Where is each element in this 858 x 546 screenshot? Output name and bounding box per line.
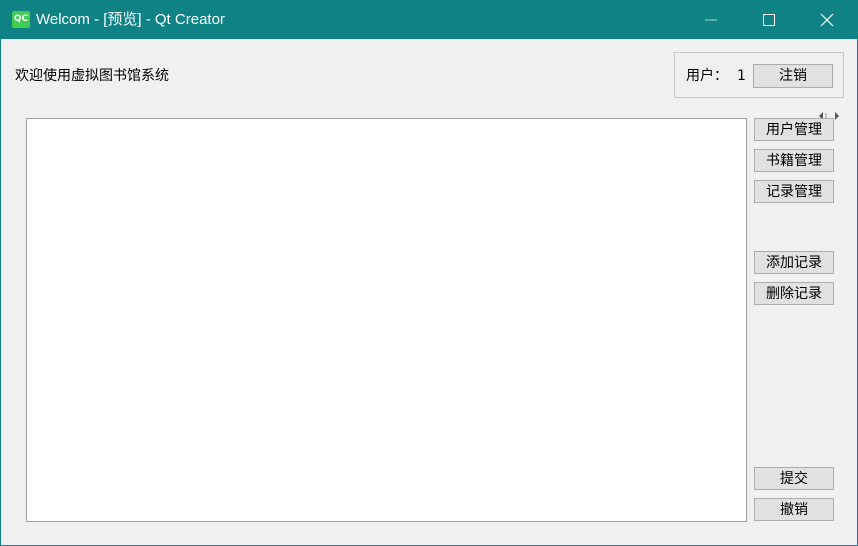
window-title: Welcom - [预览] - Qt Creator [36,11,225,28]
main-window: QC Welcom - [预览] - Qt Creator 欢迎使用虚拟图书馆系… [0,0,858,546]
minimize-icon [705,19,717,21]
main-content-area[interactable] [26,118,747,522]
title-bar[interactable]: QC Welcom - [预览] - Qt Creator [1,1,857,39]
cancel-button[interactable]: 撤销 [754,498,834,521]
user-info-box: 用户： 1 注销 [674,52,844,98]
record-manage-button[interactable]: 记录管理 [754,180,834,203]
submit-button[interactable]: 提交 [754,467,834,490]
close-button[interactable] [799,1,855,39]
book-manage-button[interactable]: 书籍管理 [754,149,834,172]
delete-record-button[interactable]: 删除记录 [754,282,834,305]
user-label: 用户： [686,68,728,84]
user-id-value: 1 [737,68,746,84]
add-record-button[interactable]: 添加记录 [754,251,834,274]
user-manage-button[interactable]: 用户管理 [754,118,834,141]
welcome-label: 欢迎使用虚拟图书馆系统 [15,68,169,84]
qt-creator-icon: QC [12,11,30,28]
close-icon [820,13,834,27]
maximize-icon [763,14,775,26]
logout-button[interactable]: 注销 [753,64,833,88]
minimize-button[interactable] [683,1,739,39]
maximize-button[interactable] [741,1,797,39]
